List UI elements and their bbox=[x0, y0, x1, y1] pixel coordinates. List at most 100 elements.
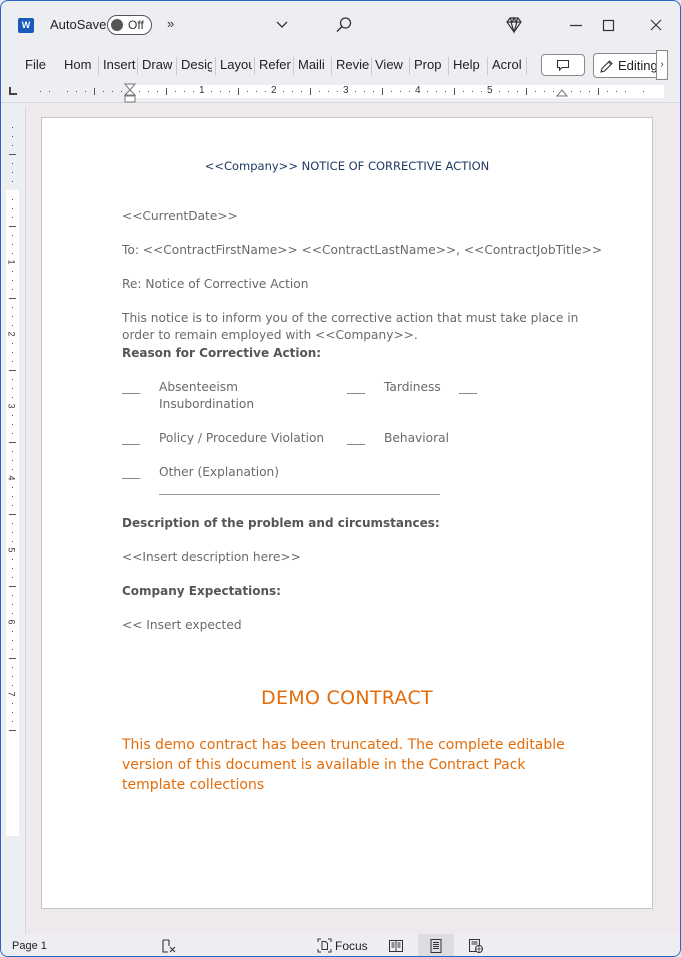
print-layout-icon[interactable] bbox=[428, 938, 444, 954]
ruler-tick bbox=[364, 91, 365, 92]
tab-home[interactable]: Hom bbox=[64, 57, 95, 72]
ruler-tick bbox=[49, 91, 50, 92]
horizontal-ruler-row: 1 2 3 4 5 bbox=[1, 81, 680, 103]
checkbox-blank: ___ bbox=[122, 380, 140, 394]
ruler-tick bbox=[436, 91, 437, 92]
to-line: To: <<ContractFirstName>> <<ContractLast… bbox=[122, 243, 603, 257]
tab-divider bbox=[487, 57, 488, 75]
ruler-tick bbox=[256, 91, 257, 92]
ruler-text-area bbox=[6, 190, 19, 836]
ruler-tick bbox=[12, 460, 13, 461]
close-button[interactable] bbox=[643, 13, 669, 37]
tab-mailings[interactable]: Maili bbox=[298, 57, 330, 72]
tab-divider bbox=[254, 57, 255, 75]
ruler-tick bbox=[472, 91, 473, 92]
ruler-tick bbox=[12, 487, 13, 488]
ruler-tick bbox=[12, 199, 13, 200]
ruler-tick bbox=[9, 370, 16, 371]
ruler-tick bbox=[373, 91, 374, 92]
reason-insubordination: Insubordination bbox=[159, 397, 255, 411]
tab-divider bbox=[409, 57, 410, 75]
ruler-tick bbox=[12, 613, 13, 614]
word-window: W AutoSave Off » File Hom Insert Draw De… bbox=[0, 0, 681, 957]
web-layout-icon[interactable] bbox=[468, 938, 484, 954]
ruler-tick bbox=[12, 559, 13, 560]
ruler-tick bbox=[12, 415, 13, 416]
tab-review[interactable]: Revie bbox=[336, 57, 369, 72]
ruler-number: 5 bbox=[487, 85, 493, 96]
tab-properties[interactable]: Prop bbox=[414, 57, 445, 72]
ruler-tick bbox=[12, 352, 13, 353]
word-app-icon: W bbox=[18, 18, 36, 33]
ribbon-scroll-right-button[interactable]: › bbox=[656, 50, 668, 80]
comment-icon bbox=[556, 59, 570, 72]
editing-mode-button[interactable]: Editing bbox=[593, 53, 663, 78]
ruler-tick bbox=[382, 88, 383, 95]
tab-acrobat[interactable]: Acrol bbox=[492, 57, 524, 72]
ruler-tick bbox=[9, 226, 16, 227]
expectations-heading: Company Expectations: bbox=[122, 584, 281, 598]
ruler-tick bbox=[544, 91, 545, 92]
ruler-tick bbox=[508, 91, 509, 92]
ruler-tick bbox=[12, 649, 13, 650]
ruler-tick bbox=[625, 91, 626, 92]
vertical-ruler[interactable]: 1 2 3 4 5 6 7 bbox=[6, 106, 19, 906]
checkbox-blank: ___ bbox=[122, 465, 140, 479]
minimize-button[interactable] bbox=[563, 13, 589, 37]
ruler-tick bbox=[12, 496, 13, 497]
current-date-field: <<CurrentDate>> bbox=[122, 209, 238, 223]
tab-draw[interactable]: Draw bbox=[142, 57, 175, 72]
customize-toolbar-chevron-icon[interactable] bbox=[275, 17, 289, 31]
focus-icon bbox=[317, 938, 332, 953]
right-indent-marker[interactable] bbox=[556, 89, 568, 97]
tab-layout[interactable]: Layou bbox=[220, 57, 252, 72]
diamond-premium-icon[interactable] bbox=[504, 15, 524, 35]
ruler-number: 2 bbox=[271, 85, 277, 96]
ruler-tick bbox=[12, 712, 13, 713]
ruler-tick bbox=[517, 91, 518, 92]
ruler-tick bbox=[526, 88, 527, 95]
ruler-tick bbox=[319, 91, 320, 92]
autosave-toggle[interactable]: Off bbox=[107, 15, 152, 35]
tab-file[interactable]: File bbox=[25, 57, 46, 72]
ruler-tick bbox=[12, 685, 13, 686]
tab-stop-selector[interactable] bbox=[9, 87, 17, 95]
tab-design[interactable]: Desig bbox=[181, 57, 212, 72]
ruler-tick bbox=[12, 379, 13, 380]
ruler-tick bbox=[157, 91, 158, 92]
intro-paragraph-line-2: order to remain employed with <<Company>… bbox=[122, 328, 418, 342]
ruler-tick bbox=[12, 469, 13, 470]
ruler-tick bbox=[175, 91, 176, 92]
comments-button[interactable] bbox=[541, 54, 585, 76]
ruler-tick bbox=[409, 91, 410, 92]
checkbox-blank: ___ bbox=[122, 431, 140, 445]
ruler-tick bbox=[9, 442, 16, 443]
tab-help[interactable]: Help bbox=[453, 57, 480, 72]
ruler-number: 1 bbox=[199, 85, 205, 96]
ruler-tick bbox=[12, 676, 13, 677]
maximize-button[interactable] bbox=[595, 13, 621, 37]
tab-references[interactable]: Refer bbox=[259, 57, 292, 72]
ruler-tick bbox=[427, 91, 428, 92]
more-commands-button[interactable]: » bbox=[167, 16, 174, 31]
read-mode-icon[interactable] bbox=[388, 938, 404, 954]
tab-divider bbox=[215, 57, 216, 75]
ruler-tick bbox=[40, 91, 41, 92]
tab-divider bbox=[331, 57, 332, 75]
ruler-tick bbox=[12, 595, 13, 596]
proofing-errors-icon[interactable] bbox=[161, 938, 177, 954]
re-line: Re: Notice of Corrective Action bbox=[122, 277, 309, 291]
tab-view[interactable]: View bbox=[375, 57, 403, 72]
first-line-indent-marker[interactable] bbox=[124, 83, 136, 103]
ruler-tick bbox=[12, 667, 13, 668]
ruler-tick bbox=[12, 343, 13, 344]
tab-insert[interactable]: Insert bbox=[103, 57, 137, 72]
search-icon[interactable] bbox=[335, 16, 353, 34]
reason-absenteeism: Absenteeism bbox=[159, 380, 239, 394]
tab-divider bbox=[293, 57, 294, 75]
page-indicator[interactable]: Page 1 bbox=[12, 940, 47, 952]
reason-policy-violation: Policy / Procedure Violation bbox=[159, 431, 325, 445]
document-page[interactable]: <<Company>> NOTICE OF CORRECTIVE ACTION … bbox=[41, 117, 653, 909]
ruler-tick bbox=[103, 91, 104, 92]
ruler-tick bbox=[12, 325, 13, 326]
